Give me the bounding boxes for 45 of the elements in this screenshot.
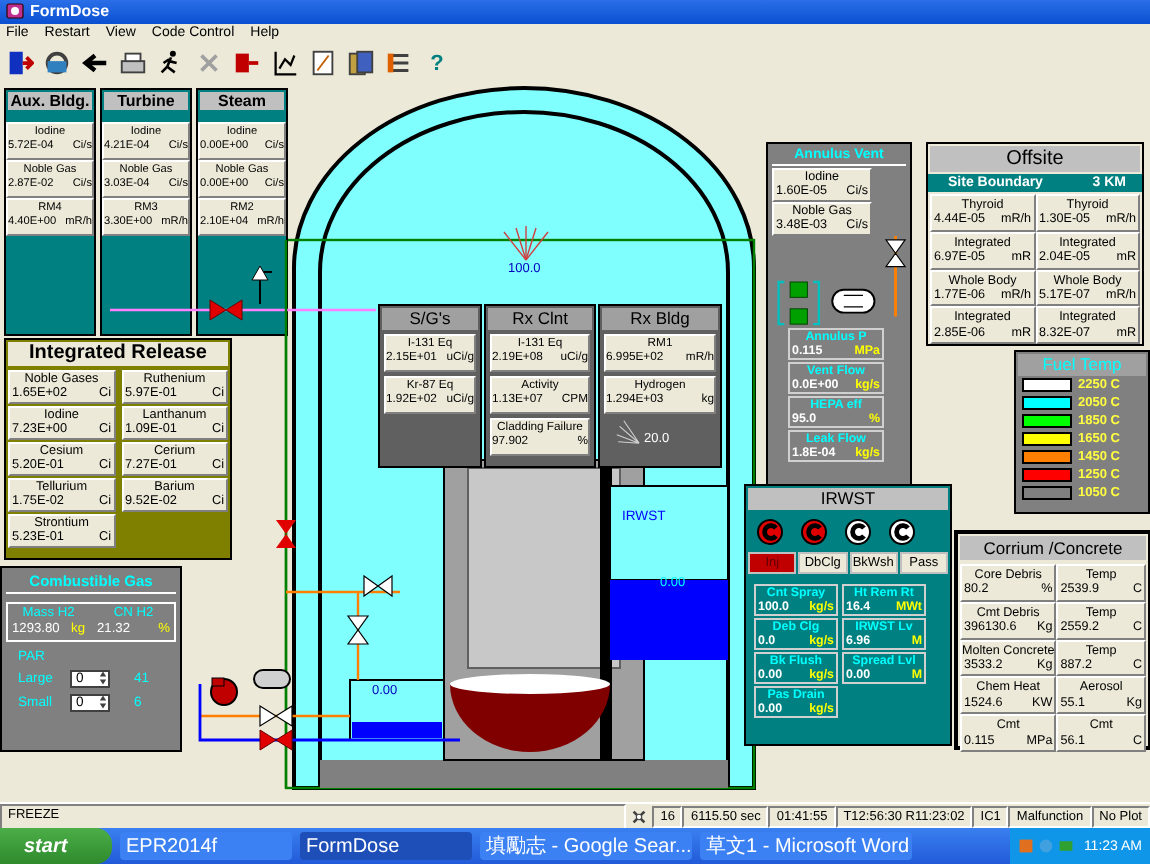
- chart-icon[interactable]: [270, 48, 300, 79]
- taskbar-button[interactable]: FormDose: [300, 832, 472, 860]
- page-icon[interactable]: [308, 48, 338, 79]
- relief-valve-icon: [251, 265, 273, 305]
- pipe-line: [894, 235, 897, 317]
- panel-title: Integrated Release: [8, 341, 228, 366]
- spinner-icon[interactable]: [98, 670, 108, 687]
- pump-icon: [210, 677, 238, 706]
- printer-icon[interactable]: [118, 48, 148, 79]
- panel-title: Fuel Temp: [1018, 353, 1146, 376]
- pump-icon[interactable]: [888, 517, 916, 546]
- heat-exchanger-icon: [831, 288, 876, 314]
- start-button[interactable]: start: [0, 828, 112, 864]
- valve-icon: [346, 615, 370, 645]
- valve-icon: [259, 729, 293, 751]
- help-button[interactable]: ?: [422, 48, 452, 79]
- panel-title: Offsite: [930, 145, 1140, 172]
- exit-icon[interactable]: [4, 48, 34, 79]
- taskbar-button[interactable]: 填勵志 - Google Sear...: [480, 832, 692, 860]
- panel-title: Rx Bldg: [602, 307, 718, 330]
- gauge-drawing: [503, 225, 549, 261]
- taskbar-button[interactable]: 草文1 - Microsoft Word: [700, 832, 912, 860]
- panel-title: Corrium /Concrete: [960, 535, 1146, 560]
- fan-icon: [777, 280, 821, 326]
- spinner-icon[interactable]: [98, 694, 108, 711]
- panel-title: Turbine: [104, 91, 188, 110]
- panel-title: Rx Clnt: [488, 307, 592, 330]
- pump-icon[interactable]: [844, 517, 872, 546]
- gauge-drawing: [614, 417, 642, 446]
- panel-title: IRWST: [748, 487, 948, 510]
- app-icon: [6, 2, 24, 21]
- link-icon: [630, 807, 649, 825]
- valve-icon: [276, 519, 296, 548]
- taskbar-button[interactable]: EPR2014f: [120, 832, 292, 860]
- panel-title: S/G's: [382, 307, 478, 330]
- panel-title: Steam: [200, 91, 284, 110]
- window-title: FormDose: [30, 2, 110, 21]
- panel-title: Aux. Bldg.: [8, 91, 92, 110]
- valve-icon: [363, 574, 393, 598]
- valve-icon: [209, 299, 243, 321]
- heat-exchanger-icon: [253, 668, 291, 689]
- valve-icon: [884, 239, 907, 268]
- binder-icon[interactable]: [346, 48, 376, 79]
- refresh-icon[interactable]: [42, 48, 72, 79]
- valve-icon: [259, 704, 293, 727]
